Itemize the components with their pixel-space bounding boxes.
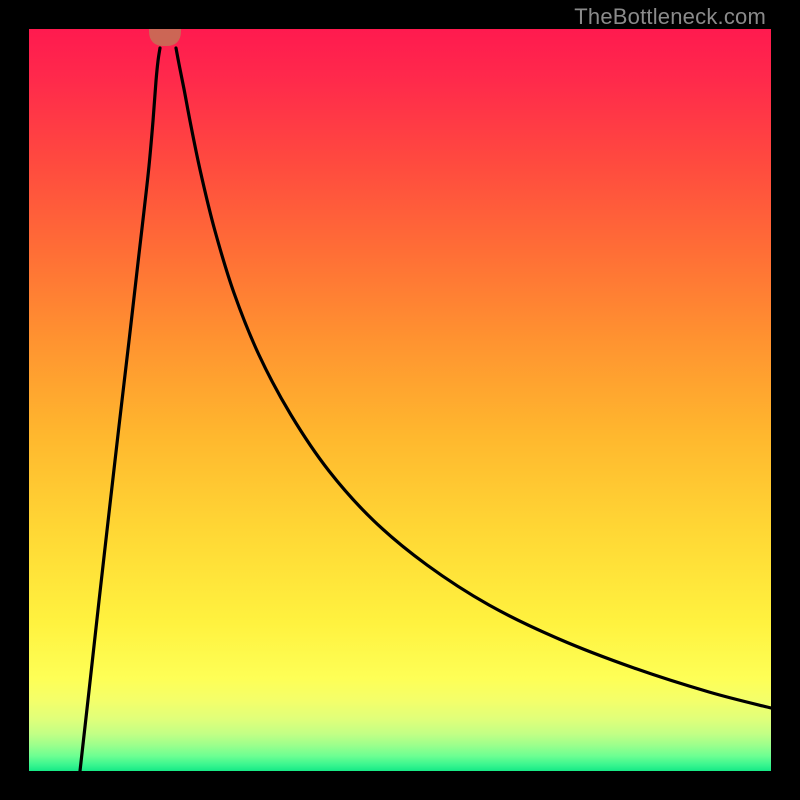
chart-frame: TheBottleneck.com [0, 0, 800, 800]
plot-area [29, 29, 771, 771]
curve-layer [29, 29, 771, 771]
dip-marker [152, 29, 178, 43]
curve-right-branch [176, 48, 771, 708]
attribution-watermark: TheBottleneck.com [574, 4, 766, 30]
curve-left-branch [80, 48, 160, 771]
